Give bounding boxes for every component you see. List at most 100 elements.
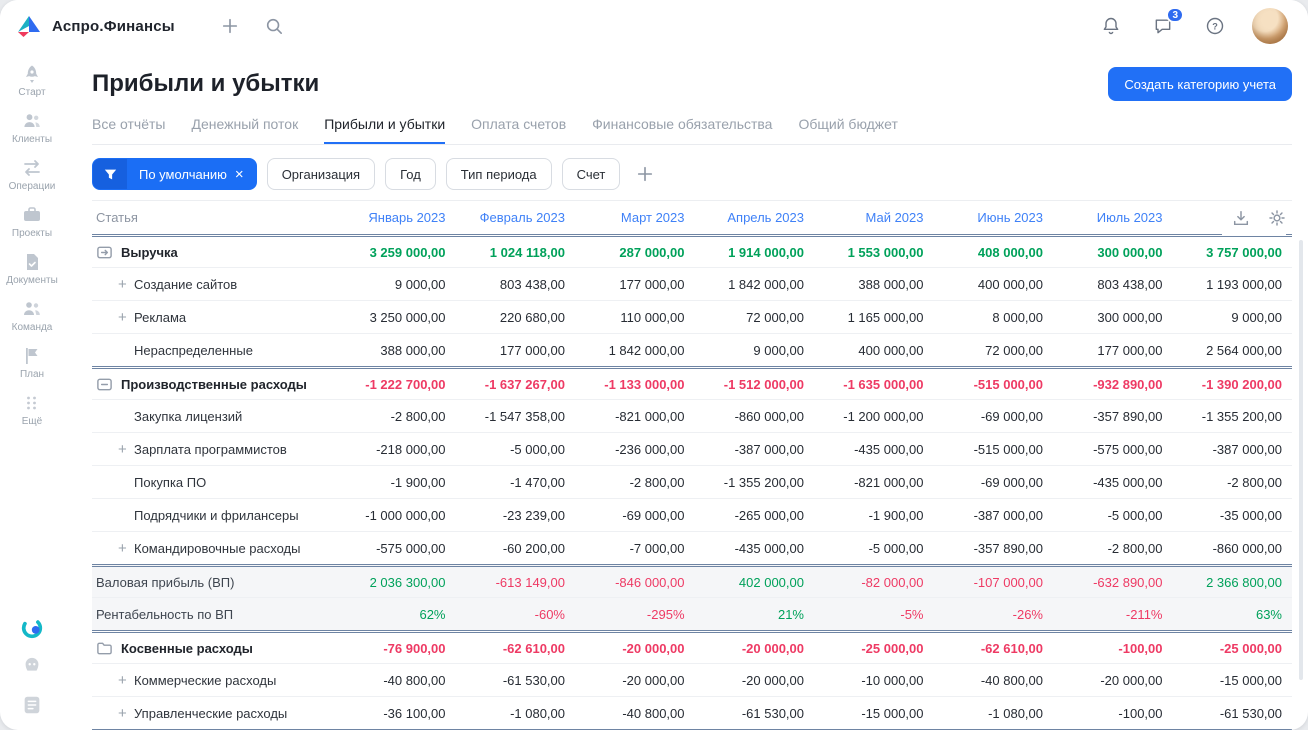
value-cell: 400 000,00 bbox=[977, 276, 1043, 292]
column-header-month-2[interactable]: Март 2023 bbox=[575, 210, 695, 225]
column-header-article[interactable]: Статья bbox=[92, 210, 336, 225]
table-row[interactable]: Валовая прибыль (ВП) 2 036 300,00 -613 149… bbox=[92, 564, 1292, 597]
row-name-cell[interactable]: Валовая прибыль (ВП) bbox=[92, 575, 336, 590]
vertical-scrollbar[interactable] bbox=[1299, 240, 1303, 680]
filter-chip-3[interactable]: Счет bbox=[561, 158, 621, 190]
table-row[interactable]: Выручка 3 259 000,00 1 024 118,00 287 000,0… bbox=[92, 234, 1292, 267]
add-icon[interactable] bbox=[215, 11, 245, 41]
tab-2[interactable]: Прибыли и убытки bbox=[324, 112, 446, 144]
row-name-cell[interactable]: Выручка bbox=[92, 244, 336, 261]
row-name-cell[interactable]: Производственные расходы bbox=[92, 376, 336, 393]
row-name-cell[interactable]: Рентабельность по ВП bbox=[92, 607, 336, 622]
value-cell: -932 890,00 bbox=[1093, 376, 1163, 392]
add-filter-icon[interactable] bbox=[636, 165, 654, 183]
user-avatar[interactable] bbox=[1252, 8, 1288, 44]
row-name-cell[interactable]: +Покупка ПО bbox=[92, 475, 336, 490]
tab-3[interactable]: Оплата счетов bbox=[471, 112, 566, 144]
expand-plus-icon[interactable]: + bbox=[118, 442, 134, 457]
value-cell: -2 800,00 bbox=[390, 408, 446, 424]
table-row[interactable]: Производственные расходы -1 222 700,00 -1 … bbox=[92, 366, 1292, 399]
settings-gear-icon[interactable] bbox=[1268, 209, 1286, 227]
expand-plus-icon[interactable]: + bbox=[118, 706, 134, 721]
row-name: Косвенные расходы bbox=[121, 640, 253, 656]
table-row[interactable]: + Реклама 3 250 000,00 220 680,00 110 000,00… bbox=[92, 300, 1292, 333]
tab-1[interactable]: Денежный поток bbox=[191, 112, 298, 144]
sidebar-item-team[interactable]: Команда bbox=[0, 299, 64, 333]
column-header-month-6[interactable]: Июль 2023 bbox=[1053, 210, 1173, 225]
active-filter-chip[interactable]: По умолчанию × bbox=[92, 158, 257, 190]
column-header-month-0[interactable]: Январь 2023 bbox=[336, 210, 456, 225]
expand-plus-icon[interactable]: + bbox=[118, 310, 134, 325]
table-row[interactable]: + Создание сайтов 9 000,00 803 438,00 177 00… bbox=[92, 267, 1292, 300]
row-name-cell[interactable]: + Создание сайтов bbox=[92, 277, 336, 292]
value-cell: -357 890,00 bbox=[973, 540, 1043, 556]
clear-filter-icon[interactable]: × bbox=[233, 166, 256, 183]
table-row[interactable]: + Командировочные расходы -575 000,00 -60 2… bbox=[92, 531, 1292, 564]
table-row[interactable]: +Нераспределенные 388 000,00 177 000,00 1 8… bbox=[92, 333, 1292, 366]
row-name-cell[interactable]: + Управленческие расходы bbox=[92, 706, 336, 721]
sidebar-item-label: Старт bbox=[18, 87, 46, 98]
row-name-cell[interactable]: + Командировочные расходы bbox=[92, 541, 336, 556]
table-row[interactable]: Косвенные расходы -76 900,00 -62 610,00 -20… bbox=[92, 630, 1292, 663]
value-cell: -20 000,00 bbox=[622, 672, 685, 688]
sidebar-item-start[interactable]: Старт bbox=[0, 64, 64, 98]
notifications-bell-icon[interactable] bbox=[1096, 11, 1126, 41]
value-cell: -236 000,00 bbox=[615, 441, 685, 457]
row-name: Коммерческие расходы bbox=[134, 672, 277, 688]
dock-app-icon-1[interactable] bbox=[21, 656, 43, 678]
search-icon[interactable] bbox=[259, 11, 289, 41]
column-header-month-1[interactable]: Февраль 2023 bbox=[456, 210, 576, 225]
row-name-cell[interactable]: + Коммерческие расходы bbox=[92, 673, 336, 688]
row-name-cell[interactable]: +Закупка лицензий bbox=[92, 409, 336, 424]
filter-chip-2[interactable]: Тип периода bbox=[445, 158, 552, 190]
expand-plus-icon[interactable]: + bbox=[118, 541, 134, 556]
tab-5[interactable]: Общий бюджет bbox=[798, 112, 897, 144]
app-logo-icon[interactable] bbox=[16, 13, 42, 39]
sidebar-item-projects[interactable]: Проекты bbox=[0, 205, 64, 239]
projects-icon bbox=[22, 205, 42, 225]
table-row[interactable]: + Зарплата программистов -218 000,00 -5 000… bbox=[92, 432, 1292, 465]
operations-icon bbox=[22, 158, 42, 178]
sidebar-item-label: Клиенты bbox=[11, 134, 53, 145]
row-name-cell[interactable]: Косвенные расходы bbox=[92, 640, 336, 657]
aspro-dock-logo-icon[interactable] bbox=[20, 616, 44, 640]
table-row[interactable]: +Закупка лицензий -2 800,00 -1 547 358,00 -… bbox=[92, 399, 1292, 432]
sidebar-item-documents[interactable]: Документы bbox=[0, 252, 64, 286]
value-cell: 2 564 000,00 bbox=[1206, 342, 1282, 358]
value-cell: -1 470,00 bbox=[510, 474, 565, 490]
column-header-month-3[interactable]: Апрель 2023 bbox=[695, 210, 815, 225]
sidebar-item-operations[interactable]: Операции bbox=[0, 158, 64, 192]
value-cell: -295% bbox=[646, 606, 685, 622]
value-cell: -2 800,00 bbox=[629, 474, 685, 490]
value-cell: 220 680,00 bbox=[499, 309, 565, 325]
dock-app-icon-2[interactable] bbox=[21, 694, 43, 716]
sidebar-item-plan[interactable]: План bbox=[0, 346, 64, 380]
row-name-cell[interactable]: + Зарплата программистов bbox=[92, 442, 336, 457]
help-icon[interactable]: ? bbox=[1200, 11, 1230, 41]
table-row[interactable]: +Подрядчики и фрилансеры -1 000 000,00 -23… bbox=[92, 498, 1292, 531]
sidebar-item-more[interactable]: Ещё bbox=[0, 393, 64, 427]
tab-0[interactable]: Все отчёты bbox=[92, 112, 165, 144]
expand-plus-icon[interactable]: + bbox=[118, 277, 134, 292]
filter-chip-0[interactable]: Организация bbox=[266, 158, 376, 190]
row-name-cell[interactable]: +Подрядчики и фрилансеры bbox=[92, 508, 336, 523]
row-name-cell[interactable]: + Реклама bbox=[92, 310, 336, 325]
table-row[interactable]: Рентабельность по ВП 62% -60% -295% 21% -5% -2… bbox=[92, 597, 1292, 630]
sidebar-item-clients[interactable]: Клиенты bbox=[0, 111, 64, 145]
table-row[interactable]: + Коммерческие расходы -40 800,00 -61 530,0… bbox=[92, 663, 1292, 696]
value-cell: -1 900,00 bbox=[390, 474, 446, 490]
expand-plus-icon[interactable]: + bbox=[118, 673, 134, 688]
download-icon[interactable] bbox=[1232, 209, 1250, 227]
chat-icon[interactable]: 3 bbox=[1148, 7, 1184, 41]
row-name: Покупка ПО bbox=[134, 474, 207, 490]
value-cell: -515 000,00 bbox=[973, 376, 1043, 392]
tab-4[interactable]: Финансовые обязательства bbox=[592, 112, 772, 144]
column-header-month-5[interactable]: Июнь 2023 bbox=[934, 210, 1054, 225]
row-name-cell[interactable]: +Нераспределенные bbox=[92, 343, 336, 358]
filter-chip-1[interactable]: Год bbox=[385, 158, 436, 190]
table-row[interactable]: + Управленческие расходы -36 100,00 -1 080,… bbox=[92, 696, 1292, 729]
column-header-month-4[interactable]: Май 2023 bbox=[814, 210, 934, 225]
app-window: Аспро.Финансы 3 ? Старт Клиенты Операции Пр… bbox=[0, 0, 1308, 730]
table-row[interactable]: +Покупка ПО -1 900,00 -1 470,00 -2 800,00 -1… bbox=[92, 465, 1292, 498]
create-category-button[interactable]: Создать категорию учета bbox=[1108, 67, 1292, 101]
